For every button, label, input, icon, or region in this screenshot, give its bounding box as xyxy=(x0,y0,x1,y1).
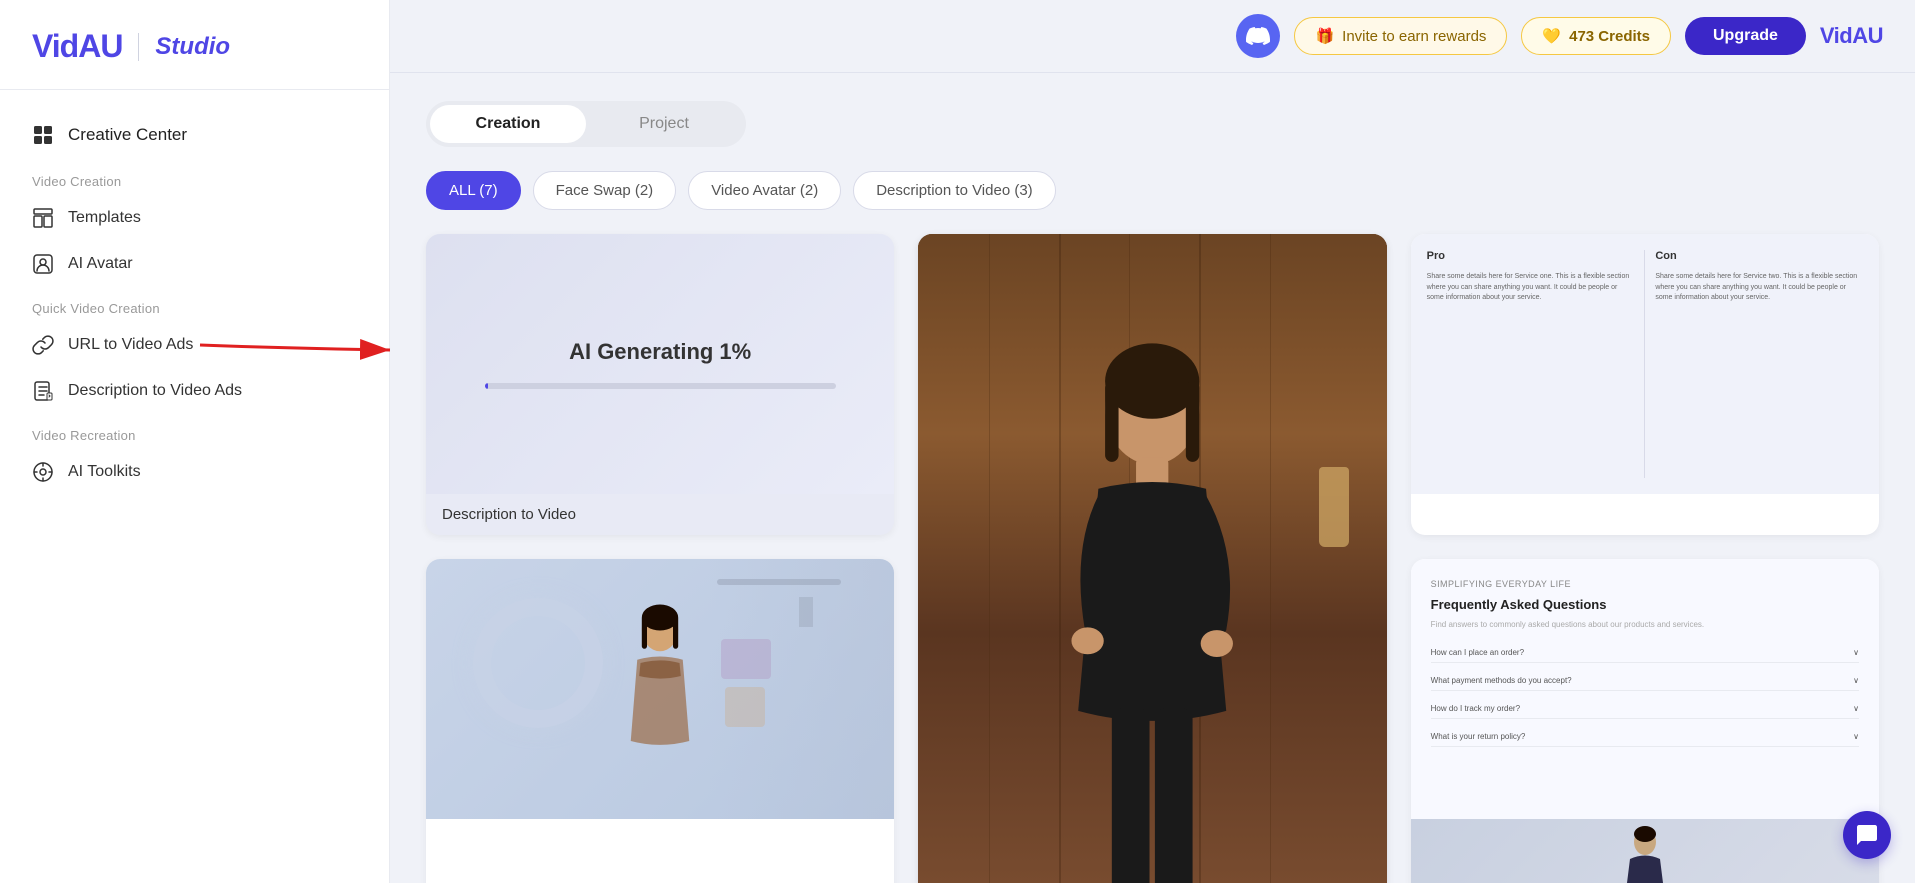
ai-avatar-label: AI Avatar xyxy=(68,255,133,273)
faq-person-figure xyxy=(1615,824,1675,883)
section-label-video-creation: Video Creation xyxy=(0,160,389,195)
card-procon[interactable]: Pro Share some details here for Service … xyxy=(1411,234,1879,535)
studio-label: Studio xyxy=(155,33,230,61)
upgrade-label: Upgrade xyxy=(1713,27,1778,44)
grid-icon xyxy=(32,124,54,146)
template-icon xyxy=(32,207,54,229)
progress-bar-wrap xyxy=(485,383,836,389)
pro-header: Pro xyxy=(1427,250,1635,262)
logo-divider xyxy=(138,33,139,61)
faq-item-4: What is your return policy? ∨ xyxy=(1431,727,1859,747)
tab-project[interactable]: Project xyxy=(586,105,742,143)
filter-desc-to-video[interactable]: Description to Video (3) xyxy=(853,171,1055,210)
filter-bar: ALL (7) Face Swap (2) Video Avatar (2) D… xyxy=(426,171,1879,210)
faq-item-1: How can I place an order? ∨ xyxy=(1431,643,1859,663)
invite-label: Invite to earn rewards xyxy=(1342,28,1486,45)
logo-area: VidAU Studio xyxy=(0,0,389,90)
cards-grid: AI Generating 1% Description to Video xyxy=(426,234,1879,883)
sidebar-nav: Creative Center Video Creation Templates xyxy=(0,90,389,883)
section-label-quick-video: Quick Video Creation xyxy=(0,287,389,322)
desc-icon xyxy=(32,380,54,402)
woman-inner xyxy=(426,559,894,819)
video-tall-inner xyxy=(918,234,1386,883)
generating-inner: AI Generating 1% xyxy=(426,234,894,494)
credits-icon: 💛 xyxy=(1542,27,1561,45)
section-label-video-recreation: Video Recreation xyxy=(0,414,389,449)
toolkit-icon xyxy=(32,461,54,483)
con-text: Share some details here for Service two.… xyxy=(1655,272,1863,304)
invite-button[interactable]: 🎁 Invite to earn rewards xyxy=(1294,17,1507,55)
faq-section-label: Simplifying Everyday Life xyxy=(1431,579,1859,589)
faq-item-3: How do I track my order? ∨ xyxy=(1431,699,1859,719)
content-area: Creation Project ALL (7) Face Swap (2) V… xyxy=(390,73,1915,883)
filter-video-avatar[interactable]: Video Avatar (2) xyxy=(688,171,841,210)
card-generating-label: Description to Video xyxy=(426,494,894,535)
woman-card-label xyxy=(426,819,894,843)
tab-creation[interactable]: Creation xyxy=(430,105,586,143)
filter-face-swap[interactable]: Face Swap (2) xyxy=(533,171,677,210)
pro-column: Pro Share some details here for Service … xyxy=(1427,250,1635,478)
card-faq[interactable]: Simplifying Everyday Life Frequently Ask… xyxy=(1411,559,1879,883)
clothing-rack xyxy=(707,559,894,819)
card-woman[interactable] xyxy=(426,559,894,883)
desc-video-label: Description to Video Ads xyxy=(68,382,242,400)
bottle xyxy=(1319,467,1349,547)
link-icon xyxy=(32,334,54,356)
chat-button[interactable] xyxy=(1843,811,1891,859)
progress-bar-fill xyxy=(485,383,489,389)
faq-card-person xyxy=(1411,819,1879,883)
procon-label xyxy=(1411,494,1879,518)
person-silhouette xyxy=(1000,334,1304,883)
ai-toolkits-label: AI Toolkits xyxy=(68,463,141,481)
pro-text: Share some details here for Service one.… xyxy=(1427,272,1635,304)
card-video-tall[interactable] xyxy=(918,234,1386,883)
sidebar-item-creative-center[interactable]: Creative Center xyxy=(0,110,389,160)
faq-title: Frequently Asked Questions xyxy=(1431,597,1859,612)
procon-divider xyxy=(1644,250,1645,478)
generating-text: AI Generating 1% xyxy=(569,339,751,365)
con-column: Con Share some details here for Service … xyxy=(1655,250,1863,478)
sidebar-item-desc-video[interactable]: Description to Video Ads xyxy=(0,368,389,414)
discord-button[interactable] xyxy=(1236,14,1280,58)
main-area: 🎁 Invite to earn rewards 💛 473 Credits U… xyxy=(390,0,1915,883)
card-generating[interactable]: AI Generating 1% Description to Video xyxy=(426,234,894,535)
credits-label: 473 Credits xyxy=(1569,28,1650,45)
video-background xyxy=(918,234,1386,883)
credits-button[interactable]: 💛 473 Credits xyxy=(1521,17,1671,55)
sidebar-item-ai-toolkits[interactable]: AI Toolkits xyxy=(0,449,389,495)
sidebar-item-url-video[interactable]: URL to Video Ads xyxy=(0,322,389,368)
avatar-icon xyxy=(32,253,54,275)
sidebar-item-templates[interactable]: Templates xyxy=(0,195,389,241)
faq-item-2: What payment methods do you accept? ∨ xyxy=(1431,671,1859,691)
filter-all[interactable]: ALL (7) xyxy=(426,171,521,210)
header-brand-logo: VidAU xyxy=(1820,23,1883,49)
invite-icon: 🎁 xyxy=(1315,27,1334,45)
header: 🎁 Invite to earn rewards 💛 473 Credits U… xyxy=(390,0,1915,73)
sidebar-item-ai-avatar[interactable]: AI Avatar xyxy=(0,241,389,287)
procon-inner: Pro Share some details here for Service … xyxy=(1411,234,1879,494)
url-video-label: URL to Video Ads xyxy=(68,336,193,354)
sidebar: VidAU Studio Creative Center Video Creat… xyxy=(0,0,390,883)
faq-inner: Simplifying Everyday Life Frequently Ask… xyxy=(1411,559,1879,819)
sidebar-item-label: Creative Center xyxy=(68,125,187,145)
upgrade-button[interactable]: Upgrade xyxy=(1685,17,1806,55)
templates-label: Templates xyxy=(68,209,141,227)
tab-bar: Creation Project xyxy=(426,101,746,147)
con-header: Con xyxy=(1655,250,1863,262)
brand-logo: VidAU xyxy=(32,28,122,65)
faq-subtitle: Find answers to commonly asked questions… xyxy=(1431,620,1859,629)
